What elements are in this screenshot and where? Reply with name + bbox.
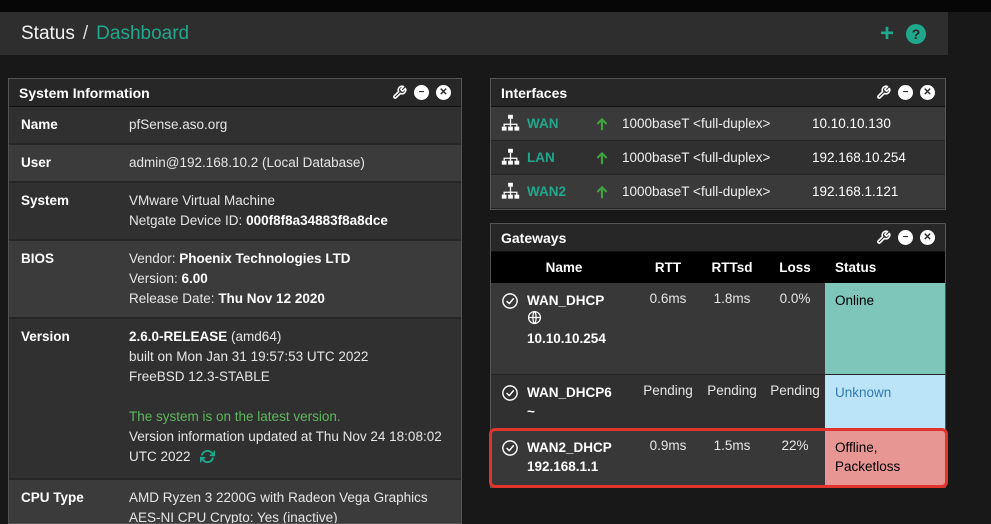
gateways-header: Gateways − ✕ [491, 224, 945, 252]
minimize-icon[interactable]: − [898, 85, 913, 100]
check-circle-icon [491, 430, 527, 486]
interface-speed: 1000baseT <full-duplex> [622, 116, 812, 131]
sysinfo-row-bios: BIOS Vendor: Phoenix Technologies LTD Ve… [9, 241, 461, 319]
interface-link-wan[interactable]: WAN [527, 116, 582, 131]
interface-row-wan: WAN 1000baseT <full-duplex> 10.10.10.130 [491, 107, 945, 141]
gateway-rttsd: Pending [699, 375, 765, 429]
gateway-name-cell: WAN_DHCP6 ~ [527, 375, 637, 429]
column-header-rtt: RTT [637, 260, 699, 275]
wrench-icon[interactable] [392, 85, 407, 100]
gateway-status-badge: Online [825, 283, 945, 374]
row-label: System [9, 183, 121, 239]
sitemap-icon [501, 182, 521, 201]
gateway-row-wan-dhcp: WAN_DHCP 10.10.10.254 0.6ms 1.8ms 0.0% O… [491, 283, 945, 375]
close-icon[interactable]: ✕ [920, 85, 935, 100]
panel-title: Interfaces [501, 85, 567, 101]
gateways-table-header: Name RTT RTTsd Loss Status [491, 252, 945, 283]
interfaces-panel: Interfaces − ✕ WAN 1000baseT <full-duple… [490, 78, 946, 210]
breadcrumb: Status / Dashboard + ? [0, 12, 948, 55]
gateway-rttsd: 1.5ms [699, 430, 765, 486]
refresh-icon[interactable] [200, 449, 215, 470]
row-value: VMware Virtual Machine Netgate Device ID… [121, 183, 461, 239]
gateway-rtt: Pending [637, 375, 699, 429]
interface-row-wan2: WAN2 1000baseT <full-duplex> 192.168.1.1… [491, 175, 945, 209]
interface-speed: 1000baseT <full-duplex> [622, 184, 812, 199]
system-information-panel: System Information − ✕ Name pfSense.aso.… [8, 78, 462, 524]
row-label: Version [9, 319, 121, 478]
latest-version-message: The system is on the latest version. [129, 407, 449, 427]
interfaces-header: Interfaces − ✕ [491, 79, 945, 107]
sysinfo-row-cpu: CPU Type AMD Ryzen 3 2200G with Radeon V… [9, 480, 461, 524]
column-header-rttsd: RTTsd [699, 260, 765, 275]
navbar-bottom-strip [0, 0, 991, 12]
row-label: Name [9, 107, 121, 143]
gateways-panel: Gateways − ✕ Name RTT RTTsd Loss Status … [490, 223, 946, 488]
interface-row-lan: LAN 1000baseT <full-duplex> 192.168.10.2… [491, 141, 945, 175]
gateway-status-badge: Unknown [825, 375, 945, 429]
gateway-rtt: 0.9ms [637, 430, 699, 486]
gateway-name-cell: WAN_DHCP 10.10.10.254 [527, 283, 637, 374]
interface-speed: 1000baseT <full-duplex> [622, 150, 812, 165]
gateway-status-badge: Offline, Packetloss [825, 430, 945, 486]
row-label: BIOS [9, 241, 121, 317]
row-value: 2.6.0-RELEASE (amd64) built on Mon Jan 3… [121, 319, 461, 478]
arrow-up-icon [582, 116, 622, 132]
gateway-loss: 22% [765, 430, 825, 486]
row-value: AMD Ryzen 3 2200G with Radeon Vega Graph… [121, 480, 461, 524]
breadcrumb-section-status[interactable]: Status [21, 23, 75, 45]
globe-icon [527, 310, 637, 329]
interface-link-lan[interactable]: LAN [527, 150, 582, 165]
breadcrumb-page-dashboard[interactable]: Dashboard [96, 23, 189, 45]
breadcrumb-separator: / [83, 23, 88, 45]
close-icon[interactable]: ✕ [436, 85, 451, 100]
gateway-loss: 0.0% [765, 283, 825, 374]
close-icon[interactable]: ✕ [920, 230, 935, 245]
row-label: User [9, 145, 121, 181]
row-value: pfSense.aso.org [121, 107, 461, 143]
column-header-name: Name [491, 260, 637, 275]
row-label: CPU Type [9, 480, 121, 524]
sitemap-icon [501, 114, 521, 133]
gateway-rttsd: 1.8ms [699, 283, 765, 374]
sysinfo-row-version: Version 2.6.0-RELEASE (amd64) built on M… [9, 319, 461, 480]
minimize-icon[interactable]: − [898, 230, 913, 245]
interface-ip: 192.168.10.254 [812, 150, 935, 165]
add-widget-icon[interactable]: + [880, 24, 894, 44]
system-information-header: System Information − ✕ [9, 79, 461, 107]
gateway-name-cell: WAN2_DHCP 192.168.1.1 [527, 430, 637, 486]
column-header-loss: Loss [765, 260, 825, 275]
sitemap-icon [501, 148, 521, 167]
sysinfo-row-system: System VMware Virtual Machine Netgate De… [9, 183, 461, 241]
panel-title: System Information [19, 85, 150, 101]
arrow-up-icon [582, 150, 622, 166]
check-circle-icon [491, 375, 527, 429]
row-value: Vendor: Phoenix Technologies LTD Version… [121, 241, 461, 317]
interface-ip: 10.10.10.130 [812, 116, 935, 131]
help-icon[interactable]: ? [906, 24, 926, 44]
column-header-status: Status [825, 260, 945, 275]
wrench-icon[interactable] [876, 230, 891, 245]
panel-title: Gateways [501, 230, 566, 246]
wrench-icon[interactable] [876, 85, 891, 100]
minimize-icon[interactable]: − [414, 85, 429, 100]
check-circle-icon [491, 283, 527, 374]
gateway-row-wan2-dhcp: WAN2_DHCP 192.168.1.1 0.9ms 1.5ms 22% Of… [491, 430, 945, 487]
sysinfo-row-user: User admin@192.168.10.2 (Local Database) [9, 145, 461, 183]
arrow-up-icon [582, 184, 622, 200]
gateway-rtt: 0.6ms [637, 283, 699, 374]
gateway-loss: Pending [765, 375, 825, 429]
interface-ip: 192.168.1.121 [812, 184, 935, 199]
interface-link-wan2[interactable]: WAN2 [527, 184, 582, 199]
gateway-row-wan-dhcp6: WAN_DHCP6 ~ Pending Pending Pending Unkn… [491, 375, 945, 430]
sysinfo-row-name: Name pfSense.aso.org [9, 107, 461, 145]
row-value: admin@192.168.10.2 (Local Database) [121, 145, 461, 181]
